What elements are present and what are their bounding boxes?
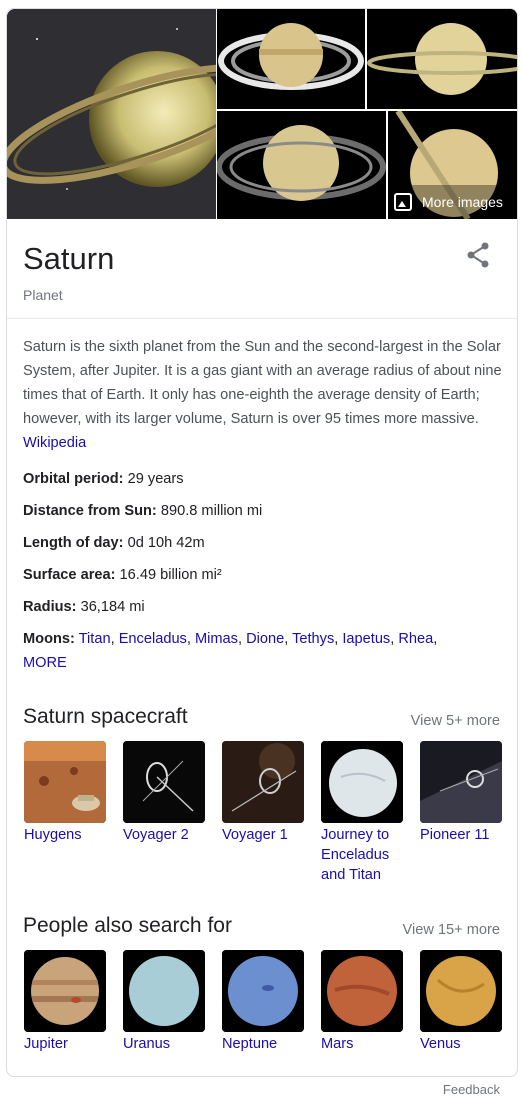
spacecraft-label-voyager-2[interactable]: Voyager 2 [123,825,213,845]
entity-subtitle: Planet [23,287,63,303]
jupiter-image [24,950,106,1032]
planet-label-mars[interactable]: Mars [321,1034,411,1054]
fact-radius: Radius: 36,184 mi [23,595,505,619]
moon-link-tethys[interactable]: Tethys [292,631,334,647]
entity-title: Saturn [23,241,115,276]
title-area: Saturn Planet [7,219,517,319]
planet-thumb-uranus[interactable] [123,950,205,1032]
planet-thumb-neptune[interactable] [222,950,304,1032]
fact-value: 29 years [127,471,184,487]
description: Saturn is the sixth planet from the Sun … [23,335,505,455]
spacecraft-thumb-pioneer-11[interactable] [420,741,502,823]
moon-link-rhea[interactable]: Rhea [398,631,433,647]
enceladus-image [321,741,403,823]
moon-link-dione[interactable]: Dione [246,631,284,647]
spacecraft-label-huygens[interactable]: Huygens [24,825,114,845]
spacecraft-label-voyager-1[interactable]: Voyager 1 [222,825,312,845]
saturn-image-main[interactable] [7,9,216,219]
voyager-2-image [123,741,205,823]
fact-value: 890.8 million mi [160,503,263,519]
fact-value: 0d 10h 42m [127,535,205,551]
fact-surface-area: Surface area: 16.49 billion mi² [23,563,505,587]
knowledge-panel: More images Saturn Planet Saturn is the … [6,8,518,1077]
fact-orbital-period: Orbital period: 29 years [23,467,505,491]
wikipedia-link[interactable]: Wikipedia [23,435,86,451]
image-icon [394,193,412,211]
fact-label: Length of day: [23,535,124,551]
feedback-link[interactable]: Feedback [443,1082,500,1097]
moons-more-link[interactable]: MORE [23,655,67,671]
people-also-search-title: People also search for [23,914,232,937]
share-icon[interactable] [466,242,490,268]
moon-link-enceladus[interactable]: Enceladus [119,631,187,647]
voyager-1-image [222,741,304,823]
spacecraft-view-more[interactable]: View 5+ more [411,713,500,729]
neptune-image [222,950,304,1032]
fact-value: 16.49 billion mi² [119,567,222,583]
more-images-button[interactable]: More images [388,185,517,219]
fact-value: 36,184 mi [80,599,145,615]
planet-label-venus[interactable]: Venus [420,1034,510,1054]
spacecraft-section-title: Saturn spacecraft [23,705,188,728]
fact-label: Orbital period: [23,471,124,487]
fact-label: Radius: [23,599,77,615]
huygens-image [24,741,106,823]
pioneer-11-image [420,741,502,823]
spacecraft-label-pioneer-11[interactable]: Pioneer 11 [420,825,510,845]
planet-thumb-mars[interactable] [321,950,403,1032]
fact-moons: Moons: Titan, Enceladus, Mimas, Dione, T… [23,631,438,671]
moon-link-iapetus[interactable]: Iapetus [342,631,390,647]
planet-thumb-venus[interactable] [420,950,502,1032]
venus-image [420,950,502,1032]
fact-label: Moons: [23,631,75,647]
moon-link-mimas[interactable]: Mimas [195,631,238,647]
uranus-image [123,950,205,1032]
saturn-illustration [7,9,216,219]
saturn-image-2[interactable] [217,9,365,109]
moon-link-titan[interactable]: Titan [79,631,111,647]
saturn-image-3[interactable] [367,9,517,109]
fact-label: Surface area: [23,567,116,583]
spacecraft-thumb-huygens[interactable] [24,741,106,823]
spacecraft-thumb-voyager-1[interactable] [222,741,304,823]
planet-label-uranus[interactable]: Uranus [123,1034,213,1054]
saturn-tilted-image [367,9,517,109]
saturn-cassini-image [217,111,386,219]
planet-label-jupiter[interactable]: Jupiter [24,1034,114,1054]
spacecraft-thumb-journey-enceladus[interactable] [321,741,403,823]
description-text: Saturn is the sixth planet from the Sun … [23,339,502,427]
spacecraft-thumb-voyager-2[interactable] [123,741,205,823]
people-also-search-view-more[interactable]: View 15+ more [403,922,500,938]
fact-length-of-day: Length of day: 0d 10h 42m [23,531,505,555]
saturn-image-4[interactable] [217,111,386,219]
spacecraft-label-journey-enceladus[interactable]: Journey to Enceladus and Titan [321,825,411,885]
more-images-label: More images [422,194,503,210]
fact-distance-from-sun: Distance from Sun: 890.8 million mi [23,499,505,523]
image-grid: More images [7,9,517,219]
saturn-rings-image [217,9,365,109]
planet-label-neptune[interactable]: Neptune [222,1034,312,1054]
mars-image [321,950,403,1032]
planet-thumb-jupiter[interactable] [24,950,106,1032]
fact-label: Distance from Sun: [23,503,157,519]
